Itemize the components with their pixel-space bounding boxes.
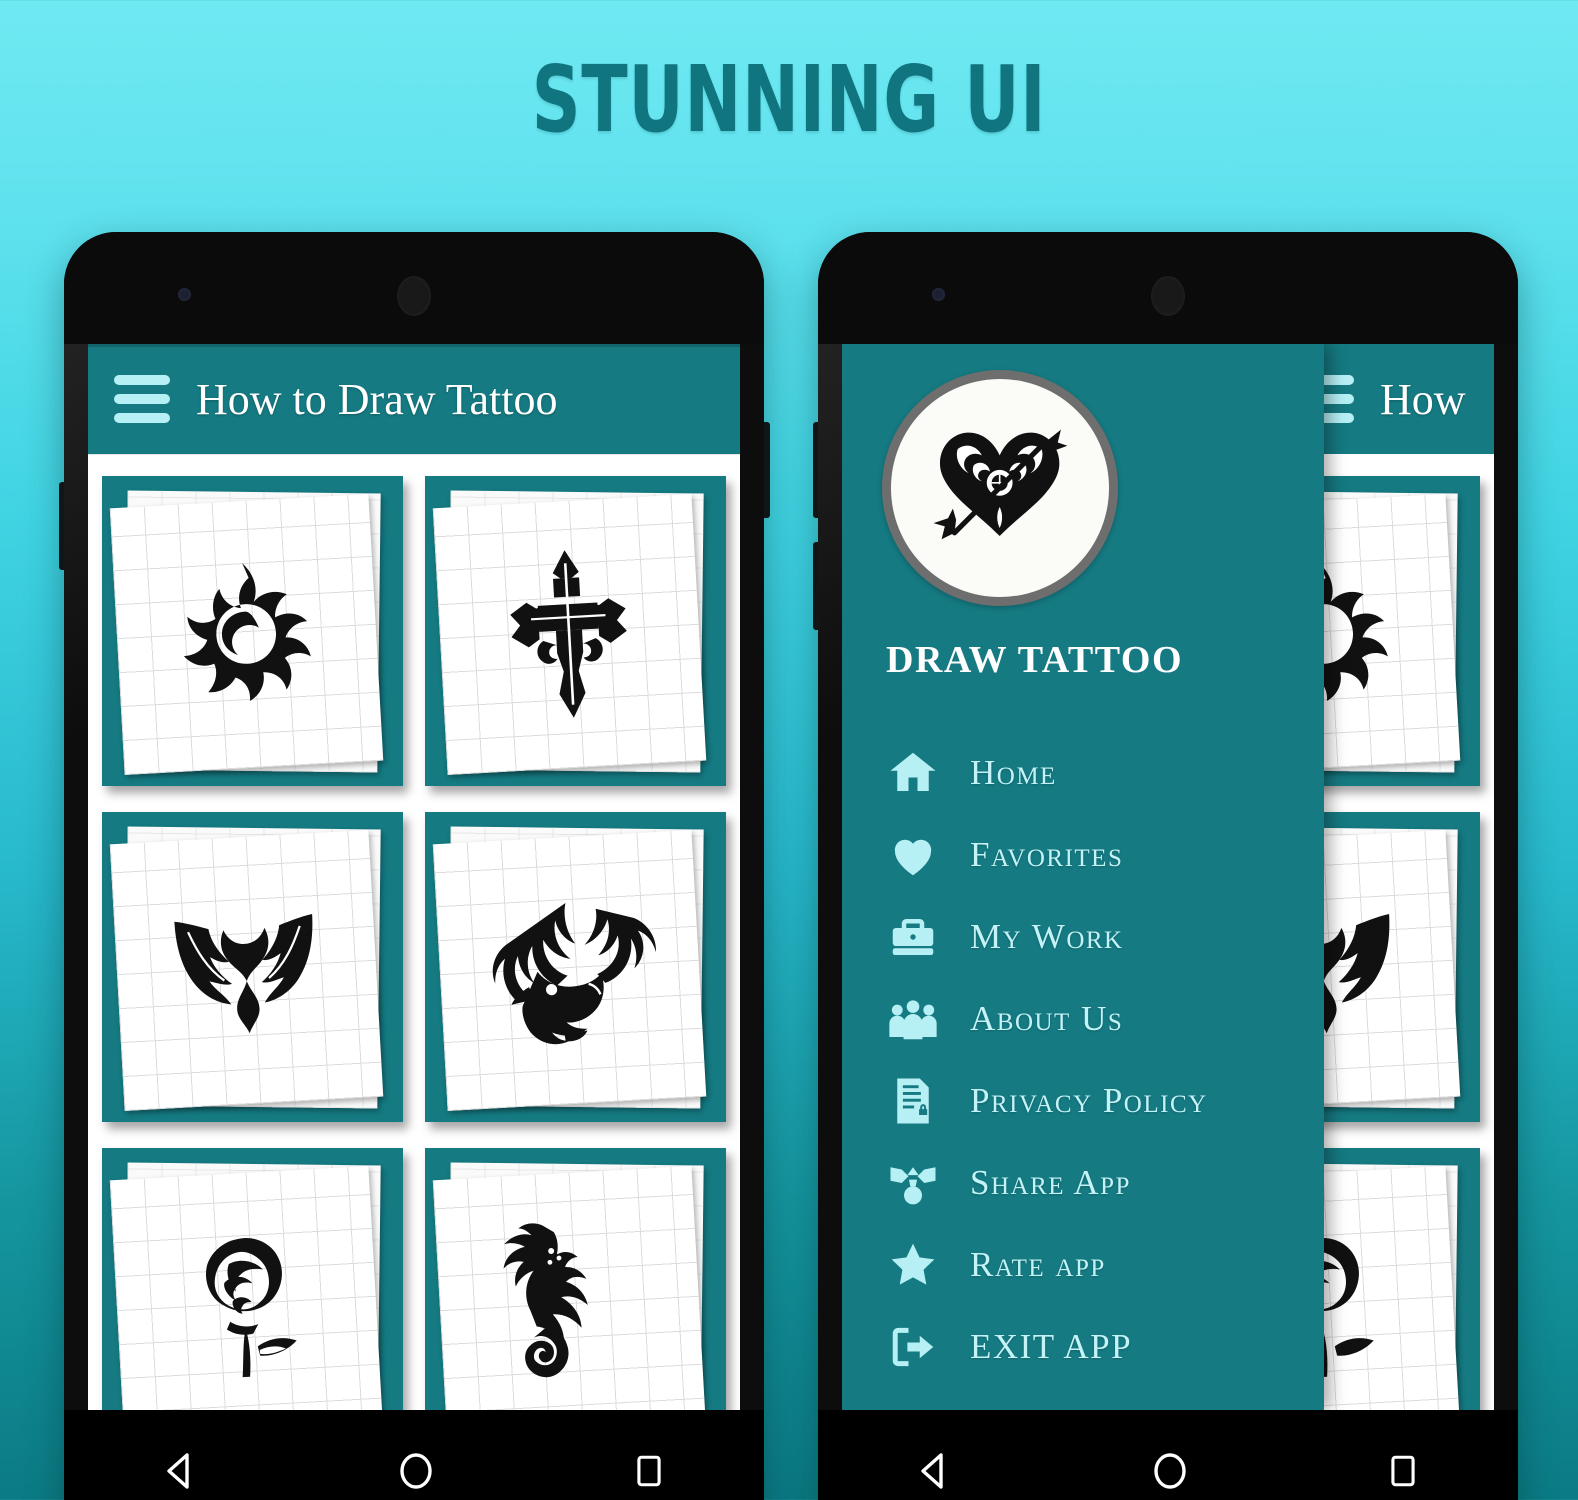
app-brand-name: DRAW TATTOO bbox=[886, 639, 1184, 681]
share-nodes-icon bbox=[886, 1156, 940, 1210]
recents-square-icon[interactable] bbox=[1381, 1449, 1425, 1493]
tattoo-grid bbox=[88, 454, 740, 1410]
tattoo-stag-icon bbox=[493, 903, 657, 1045]
paper-sheet-front bbox=[432, 829, 707, 1111]
tattoo-card[interactable] bbox=[102, 476, 403, 786]
drawer-item-label: Privacy Policy bbox=[970, 1081, 1208, 1120]
phone-body: How DRAW TATTOO Home Favorites My Work A… bbox=[818, 232, 1518, 1500]
hamburger-icon[interactable] bbox=[114, 375, 170, 423]
home-circle-icon[interactable] bbox=[392, 1447, 440, 1495]
front-camera-icon bbox=[1151, 276, 1185, 316]
phone-screen-right: How DRAW TATTOO Home Favorites My Work A… bbox=[842, 344, 1494, 1410]
briefcase-icon bbox=[886, 910, 940, 964]
heart-arrow-tattoo-icon bbox=[933, 429, 1068, 540]
tattoo-card[interactable] bbox=[102, 812, 403, 1122]
paper-sheet-front bbox=[432, 493, 707, 775]
recents-square-icon[interactable] bbox=[627, 1449, 671, 1493]
tattoo-rose-icon bbox=[206, 1238, 297, 1378]
heart-icon bbox=[886, 828, 940, 882]
paper-sheet-front bbox=[109, 1165, 384, 1410]
phone-mockup-right: How DRAW TATTOO Home Favorites My Work A… bbox=[813, 232, 1518, 1500]
drawer-item-share-app[interactable]: Share App bbox=[842, 1142, 1324, 1224]
phone-screen-left: How to Draw Tattoo bbox=[88, 344, 740, 1410]
tattoo-card[interactable] bbox=[425, 812, 726, 1122]
drawer-item-my-work[interactable]: My Work bbox=[842, 896, 1324, 978]
drawer-item-label: Rate app bbox=[970, 1245, 1106, 1284]
page-title: STUNNING UI bbox=[531, 46, 1047, 153]
app-bar-title: How to Draw Tattoo bbox=[196, 374, 558, 424]
tattoo-cross-icon bbox=[510, 550, 628, 718]
android-navigation-bar bbox=[818, 1410, 1518, 1500]
drawer-item-label: Share App bbox=[970, 1163, 1131, 1202]
tattoo-card[interactable] bbox=[102, 1148, 403, 1410]
drawer-menu: Home Favorites My Work About Us Privacy … bbox=[842, 732, 1324, 1388]
app-bar-title: How bbox=[1380, 374, 1466, 424]
front-camera-icon bbox=[397, 276, 431, 316]
exit-icon bbox=[886, 1320, 940, 1374]
home-circle-icon[interactable] bbox=[1146, 1447, 1194, 1495]
android-navigation-bar bbox=[64, 1410, 764, 1500]
paper-sheet-front bbox=[109, 493, 384, 775]
tattoo-card[interactable] bbox=[425, 476, 726, 786]
tattoo-flower-icon bbox=[184, 563, 312, 702]
drawer-item-label: About Us bbox=[970, 999, 1124, 1038]
drawer-item-label: Favorites bbox=[970, 835, 1124, 874]
drawer-item-label: My Work bbox=[970, 917, 1124, 956]
phone-mockup-left: How to Draw Tattoo bbox=[59, 232, 770, 1500]
document-lock-icon bbox=[886, 1074, 940, 1128]
phone-bezel-top bbox=[64, 232, 764, 344]
drawer-item-label: Home bbox=[970, 753, 1057, 792]
phone-bezel-top bbox=[818, 232, 1518, 344]
drawer-item-rate-app[interactable]: Rate app bbox=[842, 1224, 1324, 1306]
navigation-drawer: DRAW TATTOO Home Favorites My Work About… bbox=[842, 344, 1325, 1410]
proximity-sensor-icon bbox=[178, 288, 191, 301]
drawer-item-about-us[interactable]: About Us bbox=[842, 978, 1324, 1060]
drawer-item-home[interactable]: Home bbox=[842, 732, 1324, 814]
proximity-sensor-icon bbox=[932, 288, 945, 301]
paper-sheet-front bbox=[109, 829, 384, 1111]
tattoo-seahorse-icon bbox=[503, 1223, 589, 1378]
star-icon bbox=[886, 1238, 940, 1292]
back-triangle-icon[interactable] bbox=[157, 1447, 205, 1495]
tattoo-dragon-heart-icon bbox=[174, 914, 313, 1034]
app-bar: How to Draw Tattoo bbox=[88, 344, 740, 454]
people-icon bbox=[886, 992, 940, 1046]
paper-sheet-front bbox=[432, 1165, 707, 1410]
drawer-item-label: EXIT APP bbox=[970, 1327, 1133, 1366]
phone-body: How to Draw Tattoo bbox=[64, 232, 764, 1500]
drawer-item-exit-app[interactable]: EXIT APP bbox=[842, 1306, 1324, 1388]
drawer-item-favorites[interactable]: Favorites bbox=[842, 814, 1324, 896]
back-triangle-icon[interactable] bbox=[911, 1447, 959, 1495]
drawer-item-privacy-policy[interactable]: Privacy Policy bbox=[842, 1060, 1324, 1142]
home-icon bbox=[886, 746, 940, 800]
tattoo-card[interactable] bbox=[425, 1148, 726, 1410]
app-logo bbox=[882, 370, 1118, 606]
